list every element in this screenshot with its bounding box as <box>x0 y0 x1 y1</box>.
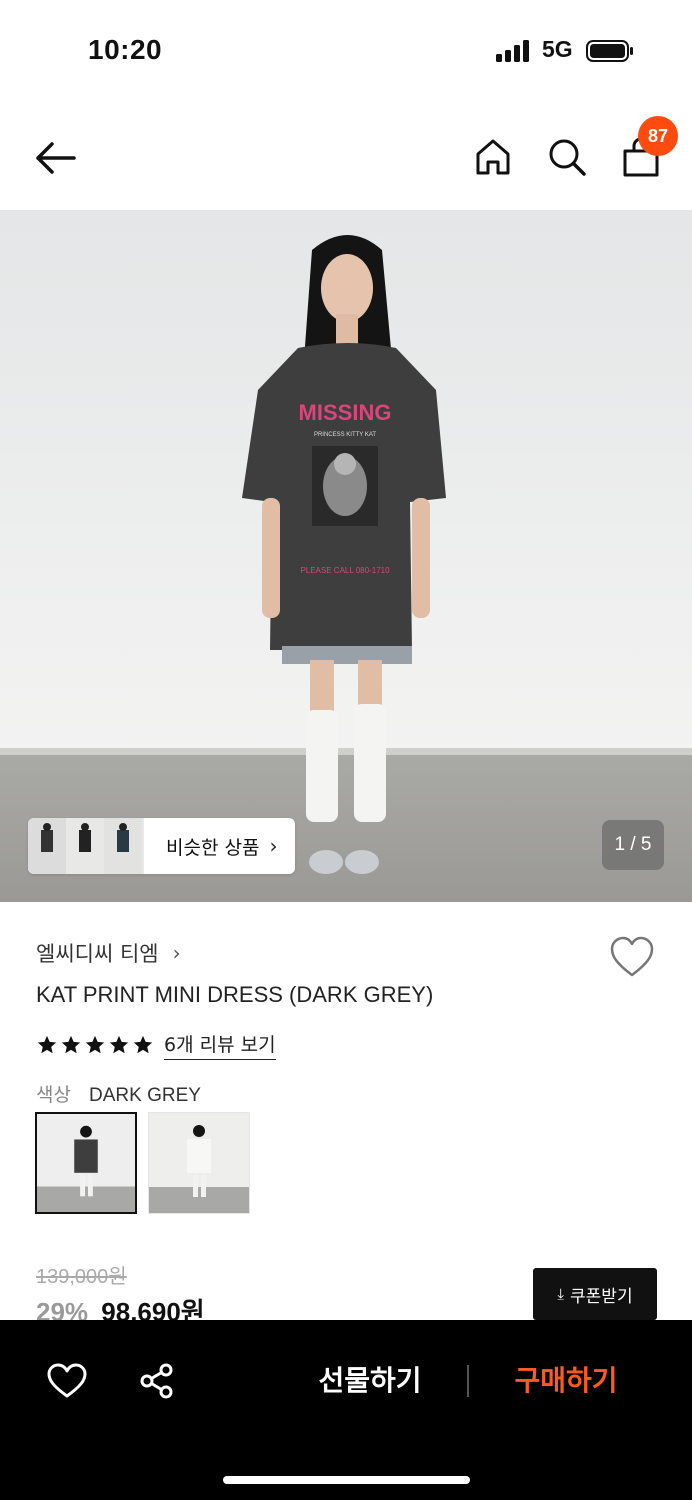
star-icon <box>37 1035 57 1054</box>
print-subtitle: PRINCESS KITTY KAT <box>314 432 376 438</box>
download-icon: ⤓ <box>557 1285 565 1303</box>
rating-row: 6개 리뷰 보기 <box>36 1030 276 1060</box>
brand-name: 엘씨디씨 티엠 <box>36 942 159 966</box>
search-icon[interactable] <box>544 134 590 180</box>
buy-button[interactable]: 구매하기 <box>496 1360 636 1402</box>
similar-thumbnails <box>28 818 144 874</box>
top-navigation <box>0 110 692 206</box>
back-arrow-icon[interactable] <box>30 136 82 180</box>
print-call: PLEASE CALL 080-1710 <box>300 566 390 575</box>
swatch-image <box>37 1114 135 1212</box>
product-photo: MISSING PRINCESS KITTY KAT PLEASE CALL 0… <box>0 210 692 902</box>
coupon-button[interactable]: ⤓ 쿠폰받기 <box>533 1268 657 1320</box>
star-icon <box>85 1035 105 1054</box>
status-time: 10:20 <box>88 34 163 65</box>
similar-products-button[interactable]: 비슷한 상품 › <box>28 818 296 874</box>
gift-button[interactable]: 선물하기 <box>300 1360 440 1402</box>
similar-thumbnail <box>28 818 66 874</box>
image-page-indicator: 1 / 5 <box>602 820 664 870</box>
similar-thumbnail <box>104 818 142 874</box>
color-row: 색상 DARK GREY <box>36 1080 201 1107</box>
color-value: DARK GREY <box>89 1085 201 1106</box>
coupon-label: 쿠폰받기 <box>570 1286 633 1307</box>
original-price: 139,000원 <box>36 1266 127 1288</box>
similar-thumbnail <box>66 818 104 874</box>
product-name: KAT PRINT MINI DRESS (DARK GREY) <box>36 982 434 1007</box>
brand-link[interactable]: 엘씨디씨 티엠 › <box>36 938 181 968</box>
swatch-image <box>149 1113 249 1213</box>
wishlist-heart-icon[interactable] <box>608 934 656 980</box>
color-label: 색상 <box>36 1084 71 1106</box>
cart-count-badge: 87 <box>638 116 678 156</box>
product-image-gallery[interactable]: MISSING PRINCESS KITTY KAT PLEASE CALL 0… <box>0 210 692 902</box>
battery-icon <box>586 40 633 62</box>
chevron-right-icon: › <box>172 941 181 965</box>
color-swatch-dark-grey[interactable] <box>35 1112 137 1214</box>
similar-products-label: 비슷한 상품 › <box>166 834 278 859</box>
share-icon[interactable] <box>138 1362 176 1400</box>
review-link[interactable]: 6개 리뷰 보기 <box>164 1030 276 1060</box>
bottom-action-bar: 선물하기 구매하기 <box>0 1320 692 1500</box>
like-heart-icon[interactable] <box>46 1362 88 1400</box>
network-label: 5G <box>542 36 573 62</box>
divider <box>467 1365 469 1397</box>
home-indicator[interactable] <box>223 1476 470 1484</box>
star-icon <box>109 1035 129 1054</box>
star-icon <box>133 1035 153 1054</box>
color-swatch-white[interactable] <box>148 1112 250 1214</box>
status-bar: 10:20 5G <box>0 0 692 100</box>
rating-stars <box>36 1034 154 1056</box>
signal-icon <box>496 40 529 62</box>
print-title: MISSING <box>299 400 392 425</box>
home-icon[interactable] <box>470 134 516 180</box>
chevron-right-icon: › <box>269 834 278 858</box>
star-icon <box>61 1035 81 1054</box>
